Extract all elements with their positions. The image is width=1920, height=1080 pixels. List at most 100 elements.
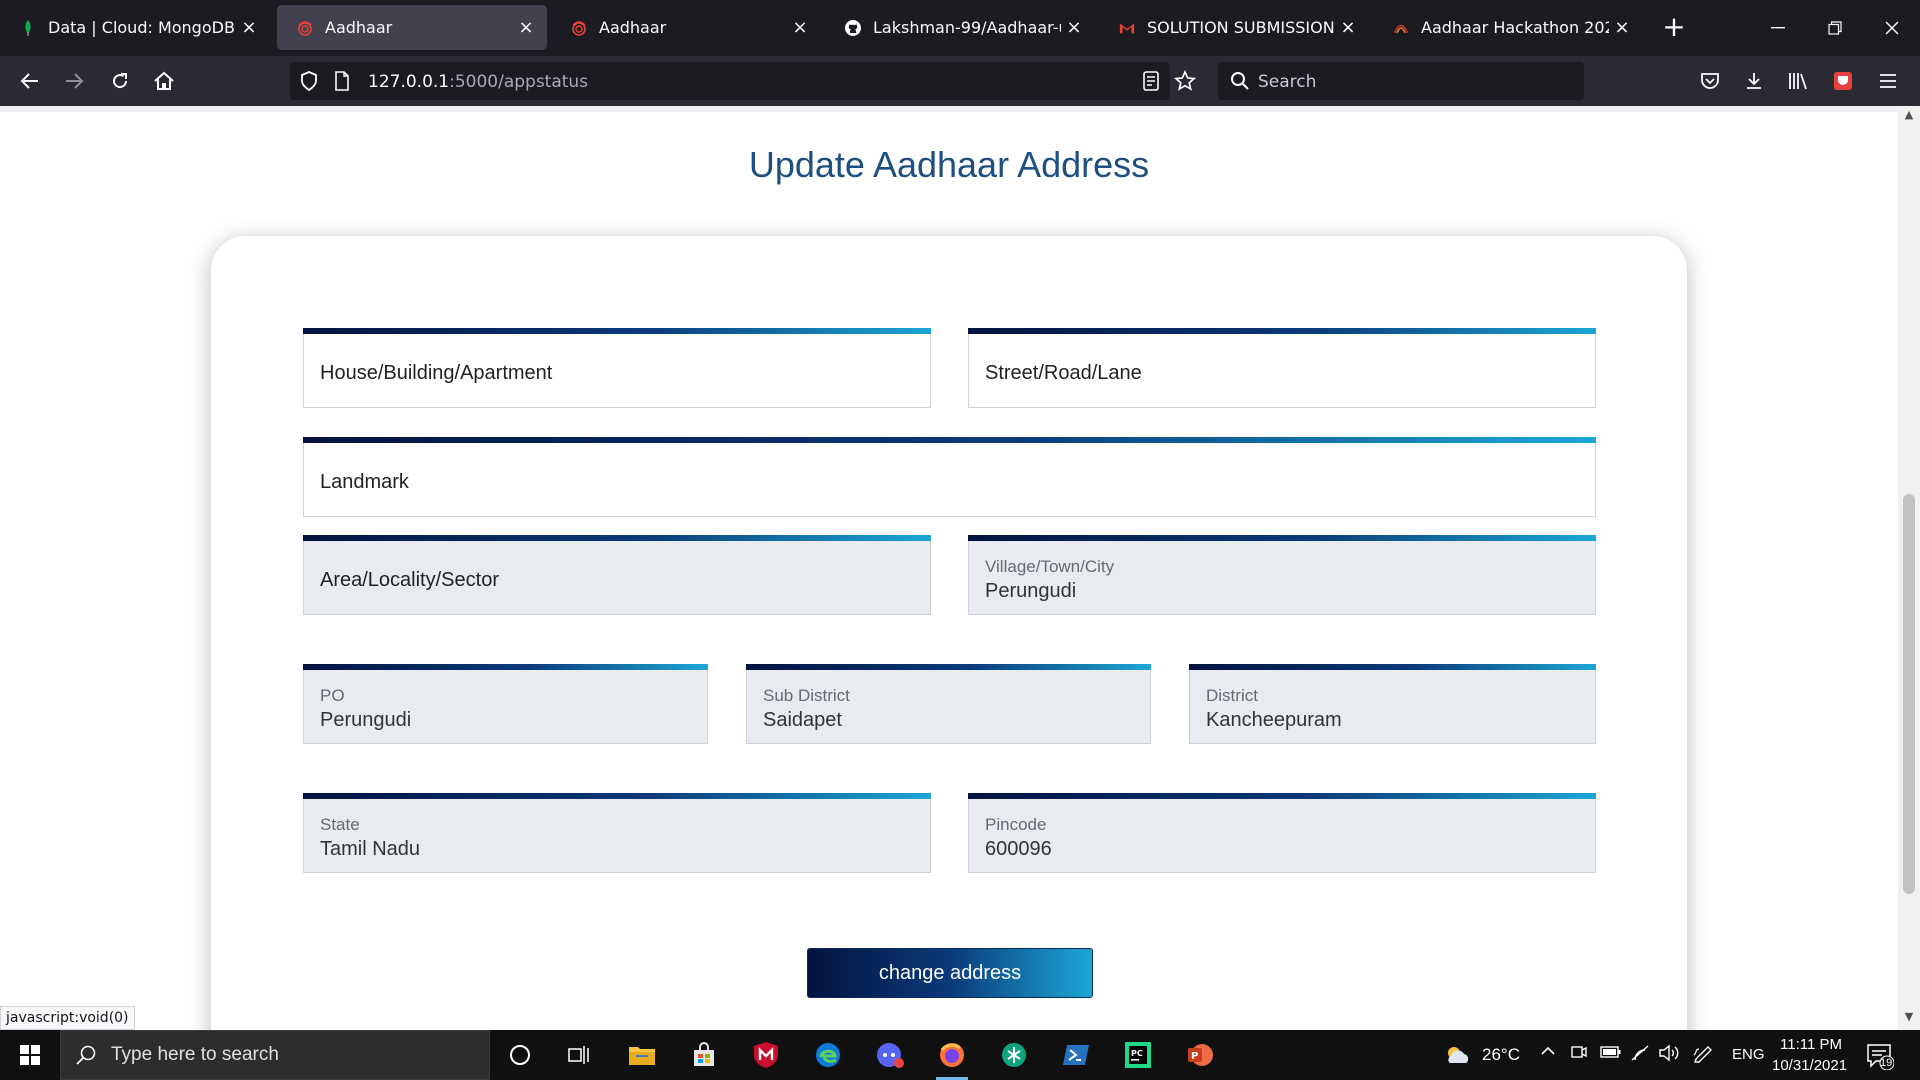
district-field: District Kancheepuram [1189,664,1596,744]
scroll-down-icon[interactable]: ▼ [1898,1010,1920,1028]
area-input[interactable]: Area/Locality/Sector [303,535,931,615]
mcafee-icon[interactable] [746,1035,786,1075]
browser-toolbar: 127.0.0.1:5000/appstatus Search [0,56,1920,106]
close-icon[interactable]: × [1061,17,1087,38]
pen-icon[interactable] [1692,1043,1714,1067]
field-label: State [320,815,360,834]
field-label: House/Building/Apartment [320,362,553,384]
browser-tab-strip: Data | Cloud: MongoDB Cloud × Aadhaar × … [0,0,1920,56]
landmark-input[interactable]: Landmark [303,437,1596,517]
village-field: Village/Town/City Perungudi [968,535,1596,615]
clock-date[interactable]: 10/31/2021 [1772,1057,1847,1074]
tab-github[interactable]: Lakshman-99/Aadhaar-update × [825,5,1095,50]
scroll-up-icon[interactable]: ▲ [1898,108,1920,126]
mongodb-leaf-icon [20,19,36,36]
field-label: Area/Locality/Sector [320,569,499,591]
windows-start-icon[interactable] [0,1030,60,1080]
page-content: Update Aadhaar Address House/Building/Ap… [0,106,1920,1030]
field-label: Street/Road/Lane [985,362,1142,384]
discord-icon[interactable] [870,1035,910,1075]
house-input[interactable]: House/Building/Apartment [303,328,931,408]
svg-text:P: P [1191,1051,1198,1062]
field-value: Tamil Nadu [320,838,421,860]
library-icon[interactable] [1782,65,1814,97]
field-value: Perungudi [985,580,1077,602]
chatgpt-like-icon[interactable] [994,1035,1034,1075]
aadhaar-icon [297,20,313,36]
field-label: District [1206,686,1258,705]
firefox-icon[interactable] [932,1035,972,1080]
new-tab-button[interactable]: + [1658,12,1690,44]
minimize-icon[interactable] [1748,0,1808,56]
volume-icon[interactable] [1658,1044,1680,1066]
aadhaar-icon [571,20,587,36]
edge-icon[interactable] [808,1035,848,1075]
tab-aadhaar[interactable]: Aadhaar × [551,5,821,50]
search-icon [1230,71,1250,95]
url-text: 127.0.0.1:5000/appstatus [368,72,589,92]
reload-icon[interactable] [104,65,136,97]
tab-title: Aadhaar [599,18,667,37]
close-window-icon[interactable] [1862,0,1920,56]
tab-hackathon[interactable]: Aadhaar Hackathon 2021 × [1373,5,1643,50]
store-icon[interactable] [684,1035,724,1075]
close-icon[interactable]: × [1335,17,1361,38]
scroll-thumb[interactable] [1903,494,1915,894]
language-indicator[interactable]: ENG [1732,1046,1765,1063]
street-input[interactable]: Street/Road/Lane [968,328,1596,408]
menu-icon[interactable] [1872,65,1904,97]
powershell-icon[interactable] [1056,1035,1096,1075]
forward-arrow-icon[interactable] [58,65,90,97]
url-bar[interactable]: 127.0.0.1:5000/appstatus [290,62,1197,100]
aadhaar-hackathon-icon [1393,20,1409,36]
battery-icon[interactable] [1600,1045,1622,1063]
download-icon[interactable] [1738,65,1770,97]
pincode-field: Pincode 600096 [968,793,1596,873]
page-scrollbar[interactable]: ▲ ▼ [1898,106,1920,1030]
tab-title: Aadhaar Hackathon 2021 [1421,18,1609,37]
close-icon[interactable]: × [513,17,539,38]
clock-time[interactable]: 11:11 PM [1780,1036,1842,1053]
reader-view-icon[interactable] [1142,71,1160,95]
meet-now-icon[interactable] [1570,1044,1588,1066]
search-placeholder: Search [1258,72,1317,92]
change-address-button[interactable]: change address [807,948,1093,998]
restore-icon[interactable] [1805,0,1865,56]
close-icon[interactable]: × [1609,17,1635,38]
tab-title: Aadhaar [325,18,393,37]
close-icon[interactable]: × [236,17,262,38]
page-info-icon[interactable] [334,71,350,95]
home-icon[interactable] [148,65,180,97]
cortana-icon[interactable] [500,1035,540,1075]
po-field: PO Perungudi [303,664,708,744]
field-value: Saidapet [763,709,842,731]
tab-mongodb[interactable]: Data | Cloud: MongoDB Cloud × [0,5,270,50]
weather-temperature: 26°C [1482,1045,1520,1064]
shield-icon[interactable] [300,71,318,95]
search-bar[interactable]: Search [1218,62,1584,100]
notification-count-badge: 19 [1880,1057,1893,1069]
field-value: Perungudi [320,709,412,731]
tab-gmail[interactable]: SOLUTION SUBMISSION - slak × [1099,5,1369,50]
tab-aadhaar-active[interactable]: Aadhaar × [277,5,547,50]
field-value: 600096 [985,838,1052,860]
subdistrict-field: Sub District Saidapet [746,664,1151,744]
extension-icon[interactable] [1827,65,1859,97]
pycharm-icon[interactable]: PC [1118,1035,1158,1075]
powerpoint-icon[interactable]: P [1180,1035,1220,1075]
tab-title: Data | Cloud: MongoDB Cloud [48,18,236,37]
windows-taskbar: Type here to search PC P 26°C ENG 11:11 … [0,1030,1920,1080]
weather-icon[interactable] [1442,1043,1472,1071]
star-bookmark-icon[interactable] [1173,69,1197,96]
network-icon[interactable] [1630,1044,1650,1066]
back-arrow-icon[interactable] [14,65,46,97]
pocket-icon[interactable] [1694,65,1726,97]
address-form-card: House/Building/Apartment Street/Road/Lan… [211,236,1687,1030]
state-field: State Tamil Nadu [303,793,931,873]
file-explorer-icon[interactable] [622,1035,662,1075]
chevron-up-icon[interactable] [1540,1044,1556,1061]
taskbar-search-input[interactable]: Type here to search [60,1030,490,1080]
taskbar-search-placeholder: Type here to search [111,1044,279,1065]
task-view-icon[interactable] [560,1035,600,1075]
close-icon[interactable]: × [787,17,813,38]
